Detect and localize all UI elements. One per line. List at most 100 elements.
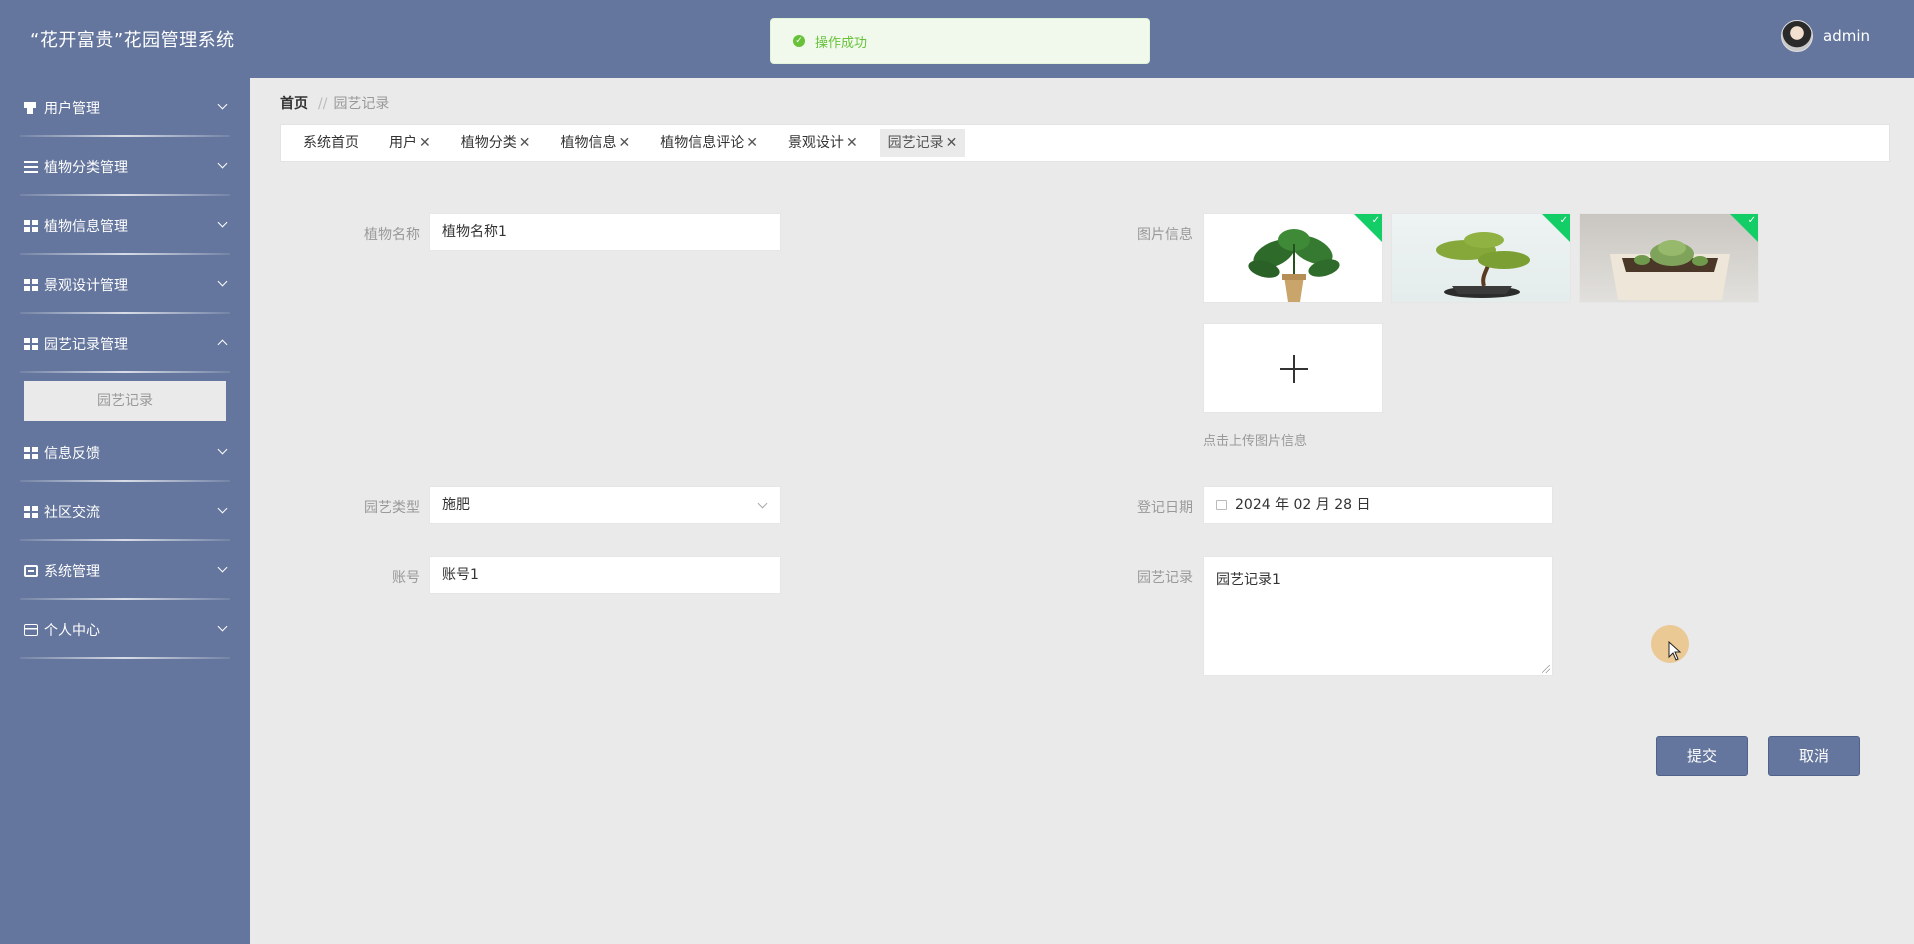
tab-plant-category[interactable]: 植物分类 ✕ (453, 129, 539, 157)
images-label: 图片信息 (1137, 227, 1193, 243)
record-label: 园艺记录 (1137, 570, 1193, 586)
breadcrumb-separator: // (318, 96, 328, 112)
close-icon[interactable]: ✕ (946, 129, 958, 157)
grid-icon (24, 446, 38, 459)
garden-type-label: 园艺类型 (364, 500, 420, 516)
garden-type-select[interactable]: 施肥 (429, 486, 781, 524)
cancel-button[interactable]: 取消 (1768, 736, 1860, 776)
sidebar-item-landscape[interactable]: 景观设计管理 (0, 255, 250, 314)
chevron-down-icon (217, 621, 228, 632)
card-icon (24, 623, 38, 636)
close-icon[interactable]: ✕ (618, 129, 630, 157)
sidebar-item-label: 信息反馈 (44, 445, 100, 462)
grid-icon (24, 219, 38, 232)
sidebar-item-label: 用户管理 (44, 100, 100, 117)
tab-label: 用户 (389, 135, 417, 151)
sidebar-item-feedback[interactable]: 信息反馈 (0, 423, 250, 482)
app-title: “花开富贵”花园管理系统 (30, 30, 235, 51)
sidebar-item-label: 植物信息管理 (44, 218, 128, 235)
sidebar-item-community[interactable]: 社区交流 (0, 482, 250, 541)
chevron-down-icon (217, 99, 228, 110)
submit-button[interactable]: 提交 (1656, 736, 1748, 776)
sidebar-item-personal-center[interactable]: 个人中心 (0, 600, 250, 659)
resize-handle-icon[interactable] (1542, 665, 1550, 673)
plant-name-label: 植物名称 (364, 227, 420, 243)
chevron-down-icon (217, 444, 228, 455)
plant-image-2[interactable]: ✓ (1391, 213, 1571, 303)
sidebar-item-label: 植物分类管理 (44, 159, 128, 176)
sidebar-item-label: 园艺记录管理 (44, 336, 128, 353)
plant-image-1[interactable]: ✓ (1203, 213, 1383, 303)
calendar-icon (1216, 500, 1227, 510)
sidebar: 用户管理 植物分类管理 植物信息管理 景观设计管理 园艺记录管理 园艺记录 信息… (0, 78, 250, 944)
tab-garden-record[interactable]: 园艺记录 ✕ (879, 129, 966, 157)
sidebar-item-user-management[interactable]: 用户管理 (0, 78, 250, 137)
register-date-value: 2024 年 02 月 28 日 (1235, 497, 1371, 513)
account-label: 账号 (392, 570, 420, 586)
garden-type-value: 施肥 (442, 497, 470, 513)
chevron-down-icon (217, 217, 228, 228)
list-icon (24, 160, 38, 173)
submenu-item-garden-record[interactable]: 园艺记录 (24, 381, 226, 421)
sidebar-item-system[interactable]: 系统管理 (0, 541, 250, 600)
avatar[interactable] (1781, 20, 1813, 52)
tab-label: 植物信息 (560, 135, 617, 151)
breadcrumb-current: 园艺记录 (333, 96, 390, 112)
register-date-label: 登记日期 (1137, 500, 1193, 516)
chevron-down-icon (217, 276, 228, 287)
chevron-down-icon (217, 158, 228, 169)
breadcrumb-home[interactable]: 首页 (280, 96, 308, 112)
tab-plant-comment[interactable]: 植物信息评论 ✕ (652, 129, 766, 157)
success-toast: ✓ 操作成功 (770, 18, 1150, 64)
tags-bar: 系统首页 用户 ✕ 植物分类 ✕ 植物信息 ✕ 植物信息评论 ✕ 景观设计 ✕ 园艺记录 ✕ (280, 124, 1890, 162)
chevron-down-icon (757, 498, 768, 509)
close-icon[interactable]: ✕ (419, 129, 431, 157)
register-date-picker[interactable]: 2024 年 02 月 28 日 (1203, 486, 1553, 524)
sidebar-item-plant-category[interactable]: 植物分类管理 (0, 137, 250, 196)
record-textarea[interactable]: 园艺记录1 (1203, 556, 1553, 676)
check-icon: ✓ (1559, 215, 1568, 226)
tab-plant-info[interactable]: 植物信息 ✕ (552, 129, 638, 157)
tab-label: 景观设计 (787, 135, 844, 151)
account-input[interactable]: 账号1 (429, 556, 781, 594)
grid-icon (24, 505, 38, 518)
check-icon: ✓ (1747, 215, 1756, 226)
breadcrumb: 首页 // 园艺记录 (280, 93, 389, 113)
mouse-pointer-icon (1668, 641, 1682, 661)
grid-icon (24, 337, 38, 350)
chevron-down-icon (217, 562, 228, 573)
tab-system-home[interactable]: 系统首页 (295, 129, 367, 157)
record-value: 园艺记录1 (1216, 572, 1281, 588)
plant-name-input[interactable]: 植物名称1 (429, 213, 781, 251)
chevron-down-icon (217, 503, 228, 514)
user-icon (24, 101, 38, 114)
sidebar-item-plant-info[interactable]: 植物信息管理 (0, 196, 250, 255)
chat-icon (24, 564, 38, 577)
user-menu[interactable]: admin (1781, 20, 1870, 52)
success-check-icon: ✓ (793, 35, 805, 47)
plant-image-3[interactable]: ✓ (1579, 213, 1759, 303)
tab-label: 植物信息评论 (660, 135, 745, 151)
toast-message: 操作成功 (815, 35, 868, 51)
sidebar-item-label: 社区交流 (44, 504, 100, 521)
tab-user[interactable]: 用户 ✕ (381, 129, 439, 157)
sidebar-item-label: 系统管理 (44, 563, 100, 580)
close-icon[interactable]: ✕ (846, 129, 858, 157)
sidebar-item-label: 景观设计管理 (44, 277, 128, 294)
close-icon[interactable]: ✕ (746, 129, 758, 157)
chevron-up-icon (217, 339, 228, 350)
tab-label: 植物分类 (460, 135, 517, 151)
username[interactable]: admin (1823, 27, 1870, 45)
sidebar-item-garden-record[interactable]: 园艺记录管理 (0, 314, 250, 373)
grid-icon (24, 278, 38, 291)
tab-label: 园艺记录 (887, 135, 944, 151)
tab-landscape[interactable]: 景观设计 ✕ (780, 129, 866, 157)
close-icon[interactable]: ✕ (519, 129, 531, 157)
submenu: 园艺记录 (0, 373, 250, 423)
sidebar-item-label: 个人中心 (44, 622, 100, 639)
check-icon: ✓ (1371, 215, 1380, 226)
plus-icon-vertical (1293, 355, 1295, 383)
image-upload-button[interactable] (1203, 323, 1383, 413)
tab-label: 系统首页 (303, 135, 359, 151)
upload-tip: 点击上传图片信息 (1203, 434, 1308, 449)
